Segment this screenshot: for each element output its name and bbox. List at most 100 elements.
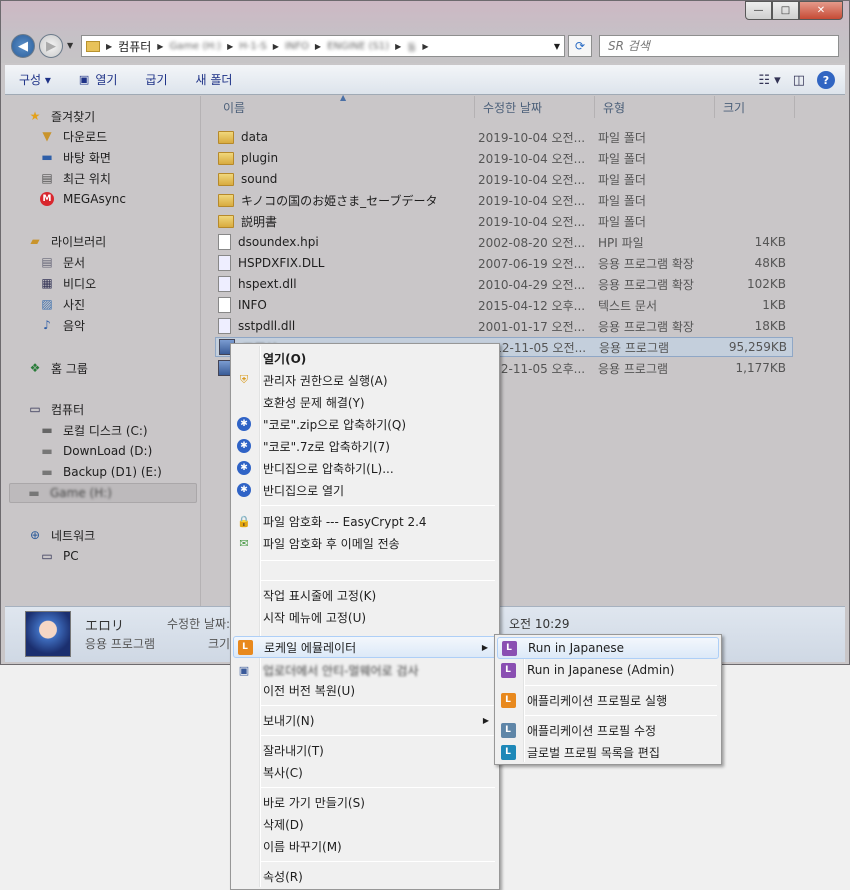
search-box[interactable] bbox=[599, 35, 839, 57]
drive-icon: ▬ bbox=[41, 465, 53, 479]
file-row[interactable]: INFO 2015-04-12 오후... 텍스트 문서 1KB bbox=[215, 295, 793, 315]
menu-compress-7z[interactable]: ✱ "코로".7z로 압축하기(7) bbox=[233, 435, 497, 457]
shield-icon: ⛨ bbox=[239, 373, 249, 386]
column-label: 크기 bbox=[723, 100, 746, 115]
file-row[interactable]: キノコの国のお姫さま_セーブデータ 2019-10-04 오전... 파일 폴더 bbox=[215, 190, 793, 210]
nav-music[interactable]: ♪ 음악 bbox=[39, 315, 85, 335]
menu-restore-versions[interactable]: 이전 버전 복원(U) bbox=[233, 679, 497, 701]
file-row[interactable]: sound 2019-10-04 오전... 파일 폴더 bbox=[215, 169, 793, 189]
breadcrumb-folder-3[interactable]: ENGINE (S1) bbox=[327, 41, 389, 52]
menu-troubleshoot[interactable]: 호환성 문제 해결(Y) bbox=[233, 391, 497, 413]
column-date[interactable]: 수정한 날짜 bbox=[475, 96, 595, 118]
address-bar[interactable]: ▶ 컴퓨터 ▶ Game (H:) ▶ H-1-S ▶ INFO ▶ ENGIN… bbox=[81, 35, 565, 57]
file-row[interactable]: hspext.dll 2010-04-29 오전... 응용 프로그램 확장 102K… bbox=[215, 274, 793, 294]
open-button[interactable]: ▣ 열기 bbox=[65, 71, 132, 88]
menu-scan[interactable]: ▣ 업로더에서 안티-멀웨어로 검사 bbox=[233, 659, 497, 681]
breadcrumb-drive[interactable]: Game (H:) bbox=[169, 41, 221, 52]
nav-downloads[interactable]: ▼ 다운로드 bbox=[39, 126, 107, 146]
breadcrumb-folder-4[interactable]: 동 bbox=[407, 39, 416, 54]
nav-recent[interactable]: ▤ 최근 위치 bbox=[39, 168, 111, 188]
nav-drive-e[interactable]: ▬ Backup (D1) (E:) bbox=[39, 462, 162, 482]
nav-pictures[interactable]: ▨ 사진 bbox=[39, 294, 85, 314]
file-row[interactable]: data 2019-10-04 오전... 파일 폴더 bbox=[215, 127, 793, 147]
nav-libraries[interactable]: ▰ 라이브러리 bbox=[27, 231, 106, 251]
nav-drive-d[interactable]: ▬ DownLoad (D:) bbox=[39, 441, 152, 461]
nav-label: 문서 bbox=[63, 255, 86, 270]
history-dropdown[interactable]: ▼ bbox=[67, 41, 73, 50]
preview-pane-icon[interactable]: ◫ bbox=[793, 73, 805, 88]
menu-rename[interactable]: 이름 바꾸기(M) bbox=[233, 835, 497, 857]
minimize-button[interactable]: — bbox=[745, 1, 772, 20]
nav-homegroup[interactable]: ❖ 홈 그룹 bbox=[27, 358, 88, 378]
locale-emulator-icon: L bbox=[237, 639, 253, 655]
menu-delete[interactable]: 삭제(D) bbox=[233, 813, 497, 835]
nav-videos[interactable]: ▦ 비디오 bbox=[39, 273, 96, 293]
menu-create-shortcut[interactable]: 바로 가기 만들기(S) bbox=[233, 791, 497, 813]
file-row[interactable]: 説明書 2019-10-04 오전... 파일 폴더 bbox=[215, 211, 793, 231]
help-icon[interactable]: ? bbox=[817, 71, 835, 89]
nav-label: MEGAsync bbox=[63, 192, 126, 206]
scan-icon: ▣ bbox=[238, 663, 250, 677]
menu-copy[interactable]: 복사(C) bbox=[233, 761, 497, 783]
nav-favorites[interactable]: ★ 즐겨찾기 bbox=[27, 106, 96, 126]
nav-megasync[interactable]: M MEGAsync bbox=[39, 189, 126, 209]
menu-locale-emulator[interactable]: L 로케일 에뮬레이터 ▶ bbox=[233, 636, 497, 658]
file-name: キノコの国のお姫さま_セーブデータ bbox=[241, 193, 438, 208]
menu-bandizip-open[interactable]: ✱ 반디집으로 열기 bbox=[233, 479, 497, 501]
file-type: 응용 프로그램 확장 bbox=[598, 277, 694, 292]
computer-icon: ▭ bbox=[29, 402, 41, 416]
breadcrumb-folder-2[interactable]: INFO bbox=[285, 41, 309, 52]
menu-bandizip-compress[interactable]: ✱ 반디집으로 압축하기(L)... bbox=[233, 457, 497, 479]
search-input[interactable] bbox=[608, 39, 808, 53]
column-type[interactable]: 유형 bbox=[595, 96, 715, 118]
menu-cut[interactable]: 잘라내기(T) bbox=[233, 739, 497, 761]
drive-icon: ▬ bbox=[41, 444, 53, 458]
nav-documents[interactable]: ▤ 문서 bbox=[39, 252, 85, 272]
menu-label: 열기(O) bbox=[263, 351, 307, 366]
file-name: dsoundex.hpi bbox=[238, 235, 319, 249]
view-options-icon[interactable]: ☷ ▾ bbox=[758, 73, 780, 88]
nav-desktop[interactable]: ▬ 바탕 화면 bbox=[39, 147, 111, 167]
file-row[interactable]: HSPDXFIX.DLL 2007-06-19 오전... 응용 프로그램 확장 48… bbox=[215, 253, 793, 273]
organize-button[interactable]: 구성 ▾ bbox=[5, 71, 65, 88]
nav-computer[interactable]: ▭ 컴퓨터 bbox=[27, 399, 84, 419]
address-dropdown-icon[interactable]: ▼ bbox=[554, 42, 560, 51]
breadcrumb-computer[interactable]: 컴퓨터 bbox=[118, 38, 151, 55]
column-size[interactable]: 크기 bbox=[715, 96, 795, 118]
refresh-button[interactable]: ⟳ bbox=[568, 35, 592, 57]
forward-button[interactable]: ▶ bbox=[39, 34, 63, 58]
nav-network[interactable]: ⊕ 네트워크 bbox=[27, 525, 95, 545]
nav-drive-h[interactable]: ▬ Game (H:) bbox=[9, 483, 197, 503]
menu-separator bbox=[525, 685, 717, 686]
file-type: 응용 프로그램 bbox=[598, 361, 669, 376]
menu-edit-profile[interactable]: L 애플리케이션 프로필 수정 bbox=[497, 719, 719, 741]
menu-run-japanese[interactable]: L Run in Japanese bbox=[497, 637, 719, 659]
menu-run-japanese-admin[interactable]: L Run in Japanese (Admin) bbox=[497, 659, 719, 681]
nav-drive-c[interactable]: ▬ 로컬 디스크 (C:) bbox=[39, 420, 147, 440]
maximize-button[interactable]: □ bbox=[772, 1, 799, 20]
menu-pin-taskbar[interactable]: 작업 표시줄에 고정(K) bbox=[233, 584, 497, 606]
menu-compress-zip[interactable]: ✱ "코로".zip으로 압축하기(Q) bbox=[233, 413, 497, 435]
menu-run-profile[interactable]: L 애플리케이션 프로필로 실행 bbox=[497, 689, 719, 711]
nav-pc[interactable]: ▭ PC bbox=[39, 546, 78, 566]
file-row[interactable]: dsoundex.hpi 2002-08-20 오전... HPI 파일 14KB bbox=[215, 232, 793, 252]
menu-pin-start[interactable]: 시작 메뉴에 고정(U) bbox=[233, 606, 497, 628]
breadcrumb-folder-1[interactable]: H-1-S bbox=[239, 41, 266, 52]
file-row[interactable]: plugin 2019-10-04 오전... 파일 폴더 bbox=[215, 148, 793, 168]
menu-run-as-admin[interactable]: ⛨ 관리자 권한으로 실행(A) bbox=[233, 369, 497, 391]
menu-properties[interactable]: 속성(R) bbox=[233, 865, 497, 887]
file-row[interactable]: sstpdll.dll 2001-01-17 오전... 응용 프로그램 확장 18K… bbox=[215, 316, 793, 336]
menu-open[interactable]: 열기(O) bbox=[233, 347, 497, 369]
close-button[interactable]: ✕ bbox=[799, 1, 843, 20]
menu-send-to[interactable]: 보내기(N) ▶ bbox=[233, 709, 497, 731]
menu-separator bbox=[261, 560, 495, 561]
burn-button[interactable]: 굽기 bbox=[131, 71, 181, 88]
menu-label: Run in Japanese bbox=[528, 641, 625, 655]
menu-edit-global-profiles[interactable]: L 글로벌 프로필 목록을 편집 bbox=[497, 741, 719, 763]
menu-encrypt[interactable]: 🔒 파일 암호화 --- EasyCrypt 2.4 bbox=[233, 510, 497, 532]
folder-icon bbox=[218, 214, 234, 228]
menu-separator bbox=[261, 705, 495, 706]
menu-encrypt-email[interactable]: ✉ 파일 암호화 후 이메일 전송 bbox=[233, 532, 497, 554]
new-folder-button[interactable]: 새 폴더 bbox=[182, 71, 247, 88]
back-button[interactable]: ◀ bbox=[11, 34, 35, 58]
